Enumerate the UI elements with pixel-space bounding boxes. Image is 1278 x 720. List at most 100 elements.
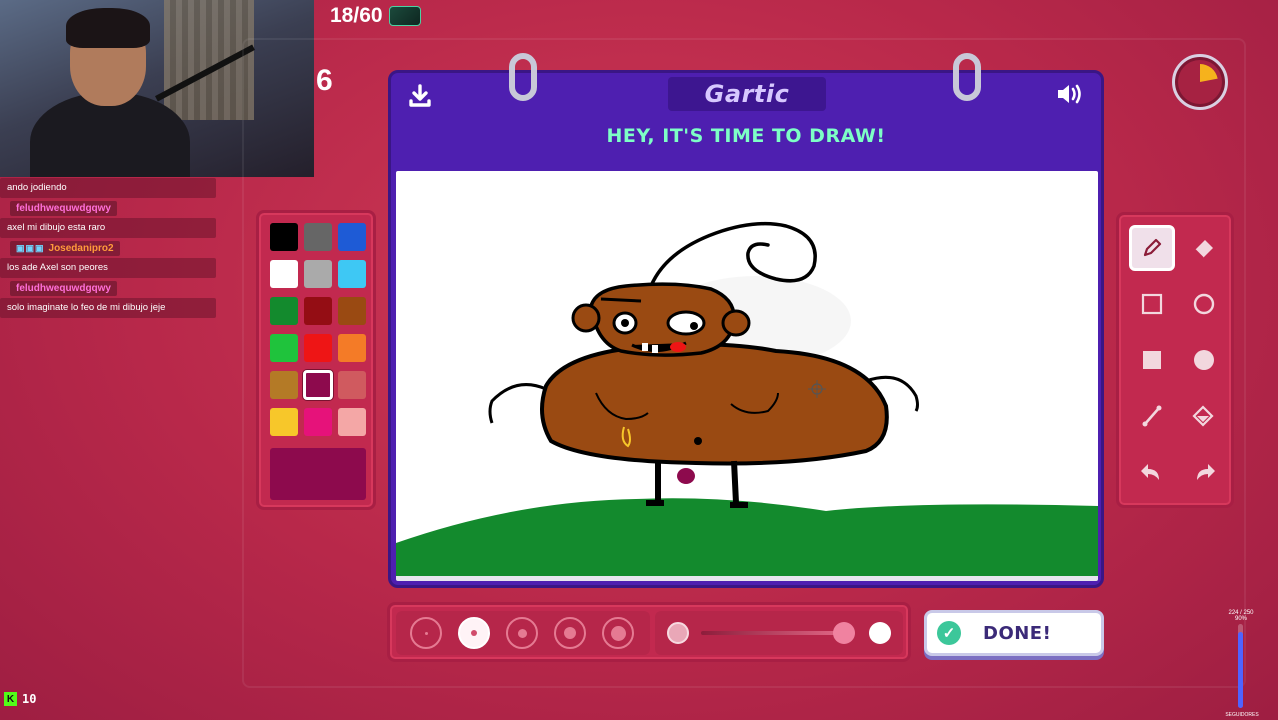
opacity-slider[interactable]	[655, 611, 903, 655]
color-swatch[interactable]	[338, 297, 366, 325]
brush-size-button[interactable]	[410, 617, 442, 649]
chat-username: feludhwequwdgqwy	[10, 281, 117, 296]
board-header: Gartic HEY, IT'S TIME TO DRAW!	[391, 73, 1101, 169]
done-button[interactable]: ✓ DONE!	[924, 610, 1104, 656]
redo-icon	[1191, 460, 1217, 484]
brush-size-group	[396, 611, 650, 655]
chat-message-text: ando jodiendo	[0, 178, 216, 198]
color-swatch[interactable]	[304, 297, 332, 325]
follower-goal-widget: 224 / 250 90% SEGUIDORES	[1225, 610, 1258, 720]
eraser-icon	[1191, 236, 1217, 260]
rectangle-fill-tool-button[interactable]	[1129, 337, 1175, 383]
kick-logo-icon: K	[4, 692, 17, 706]
chat-overlay: ando jodiendo feludhwequwdgqwy axel mi d…	[0, 176, 220, 318]
color-swatch[interactable]	[338, 334, 366, 362]
opacity-track[interactable]	[701, 631, 851, 635]
goal-bar-fill	[1238, 632, 1243, 708]
swatch-grid	[270, 223, 366, 436]
small-blob	[677, 468, 695, 484]
sound-icon[interactable]	[1055, 81, 1085, 114]
circle-outline-tool-button[interactable]	[1181, 281, 1227, 327]
color-swatch[interactable]	[304, 260, 332, 288]
user-badge-icons: ▣▣▣	[16, 243, 45, 253]
round-counter: 18/60	[330, 4, 421, 28]
right-leg	[730, 460, 748, 508]
color-swatch[interactable]	[304, 408, 332, 436]
brush-size-dot-icon	[471, 630, 477, 636]
eraser-tool-button[interactable]	[1181, 225, 1227, 271]
swirl-line	[649, 221, 817, 288]
drawing-canvas[interactable]	[396, 171, 1098, 581]
brush-size-dot-icon	[564, 627, 576, 639]
pencil-tool-button[interactable]	[1129, 225, 1175, 271]
rectangle-fill-icon	[1140, 348, 1164, 372]
left-pupil	[621, 319, 629, 327]
line-tool-button[interactable]	[1129, 393, 1175, 439]
fill-bucket-icon	[1191, 404, 1217, 428]
color-swatch[interactable]	[338, 223, 366, 251]
gartic-logo: Gartic	[668, 77, 826, 111]
right-eye	[666, 310, 706, 336]
round-badge-icon	[388, 6, 421, 26]
chat-message: ando jodiendo	[0, 178, 220, 198]
grass-shape	[396, 498, 1098, 576]
chat-message-text: solo imaginate lo feo de mi dibujo jeje	[0, 298, 216, 318]
download-icon[interactable]	[407, 83, 433, 115]
color-swatch[interactable]	[270, 371, 298, 399]
viewer-count: 10	[22, 692, 37, 706]
chat-username: Josedanipro2	[48, 243, 114, 254]
color-swatch[interactable]	[304, 334, 332, 362]
brush-size-dot-icon	[610, 625, 626, 641]
draw-prompt: HEY, IT'S TIME TO DRAW!	[606, 125, 886, 147]
brush-size-dot-icon	[424, 631, 428, 635]
left-ear	[571, 303, 601, 333]
color-swatch[interactable]	[338, 408, 366, 436]
left-leg	[646, 461, 664, 506]
brush-size-button[interactable]	[602, 617, 634, 649]
circle-fill-tool-button[interactable]	[1181, 337, 1227, 383]
right-pupil	[690, 322, 698, 330]
rectangle-outline-tool-button[interactable]	[1129, 281, 1175, 327]
tooth-1	[642, 343, 648, 351]
circle-fill-icon	[1192, 348, 1216, 372]
tool-panel	[1116, 212, 1234, 508]
right-ear	[721, 309, 751, 337]
drawing-board: Gartic HEY, IT'S TIME TO DRAW!	[388, 53, 1104, 588]
tooth-2	[652, 345, 658, 353]
chat-message-text: axel mi dibujo esta raro	[0, 218, 216, 238]
timer-widget	[1172, 54, 1228, 110]
viewer-count-badge: K 10	[4, 692, 36, 706]
circle-outline-icon	[1192, 292, 1216, 316]
opacity-min-icon	[667, 622, 689, 644]
eyebrow	[600, 297, 642, 303]
color-swatch[interactable]	[270, 408, 298, 436]
fill-bucket-tool-button[interactable]	[1181, 393, 1227, 439]
opacity-handle[interactable]	[833, 622, 855, 644]
goal-label: SEGUIDORES	[1225, 712, 1259, 718]
round-text: 18/60	[330, 4, 383, 27]
navel	[694, 437, 702, 445]
color-swatch[interactable]	[270, 334, 298, 362]
body-blob	[540, 342, 889, 466]
brush-size-button[interactable]	[458, 617, 490, 649]
color-swatch[interactable]	[270, 260, 298, 288]
color-palette	[256, 210, 376, 510]
chat-username: feludhwequwdgqwy	[10, 201, 117, 216]
color-swatch[interactable]	[270, 297, 298, 325]
color-swatch[interactable]	[338, 371, 366, 399]
goal-count: 224 / 250 90%	[1226, 610, 1256, 622]
drawing-artwork	[396, 221, 1098, 576]
done-button-label: DONE!	[983, 622, 1052, 644]
timer-clock-icon	[1182, 64, 1218, 100]
color-swatch[interactable]	[303, 370, 333, 400]
brush-size-button[interactable]	[554, 617, 586, 649]
undo-tool-button[interactable]	[1129, 449, 1175, 495]
color-swatch[interactable]	[270, 223, 298, 251]
brush-size-button[interactable]	[506, 617, 538, 649]
color-swatch[interactable]	[338, 260, 366, 288]
undo-icon	[1139, 460, 1165, 484]
color-swatch[interactable]	[304, 223, 332, 251]
chat-message: feludhwequwdgqwy solo imaginate lo feo d…	[0, 278, 220, 318]
left-arm	[488, 383, 547, 424]
redo-tool-button[interactable]	[1181, 449, 1227, 495]
